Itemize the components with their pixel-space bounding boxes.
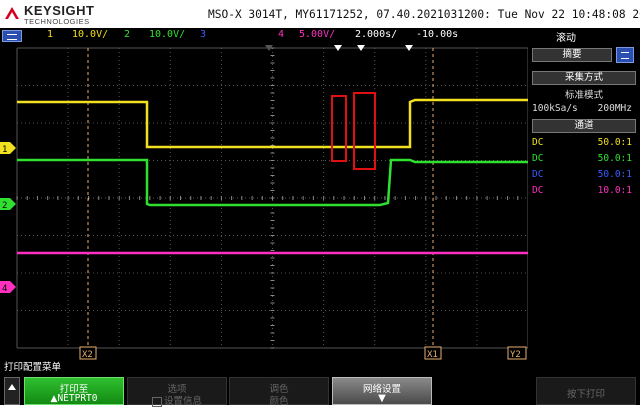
ch1-marker-label: 1 <box>2 145 7 155</box>
ch2-probe-ratio: 50.0:1 <box>597 153 632 164</box>
timebase-scale[interactable]: 2.000s/ <box>355 29 397 40</box>
menu-title: 打印配置菜单 <box>4 362 62 373</box>
options-softkey[interactable]: 选项 设置信息 <box>127 377 227 407</box>
cursor-x2-tag[interactable]: X2 <box>79 346 97 360</box>
channels-section-title: 通道 <box>532 119 636 133</box>
ch4-ground-marker[interactable]: 4 <box>0 281 16 294</box>
info-side-panel: 摘要 采集方式 标准模式 100kSa/s 200MHz 通道 DC 50.0:… <box>528 44 640 361</box>
main-menu-icon[interactable] <box>2 30 22 42</box>
softkey-row: 打印至 ▲NETPRT0 选项 设置信息 调色 颜色 网络设置 ▼ 按下打印 <box>0 375 640 407</box>
ch3-probe-row: DC 50.0:1 <box>532 169 636 183</box>
ch1-number[interactable]: 1 <box>47 29 53 40</box>
options-sub: 设置信息 <box>163 396 202 407</box>
acquire-mode-value: 标准模式 <box>564 90 603 101</box>
brand-name: KEYSIGHT <box>24 3 95 18</box>
waveform-svg[interactable]: 1 2 4 X2 X1 Y2 <box>0 44 528 361</box>
cursor-y2-tag[interactable]: Y2 <box>507 346 527 360</box>
print-to-value: NETPRT0 <box>57 393 98 404</box>
keysight-logo: KEYSIGHT TECHNOLOGIES <box>4 3 120 27</box>
summary-label: 摘要 <box>562 49 582 60</box>
ch3-probe-ratio: 50.0:1 <box>597 169 632 180</box>
instrument-header: KEYSIGHT TECHNOLOGIES MSO-X 3014T, MY611… <box>0 0 640 28</box>
brand-sub: TECHNOLOGIES <box>24 17 90 26</box>
cursor-x2-label: X2 <box>82 350 93 360</box>
ch1-probe-row: DC 50.0:1 <box>532 137 636 151</box>
ch2-probe-row: DC 50.0:1 <box>532 153 636 167</box>
keysight-wave-icon <box>5 7 19 19</box>
setup-info-checkbox[interactable] <box>151 396 162 407</box>
model-info-line: MSO-X 3014T, MY61171252, 07.40.202103120… <box>208 8 640 21</box>
cursor-x1-label: X1 <box>427 350 438 360</box>
softkey-menu-title-bar: 打印配置菜单 <box>0 361 640 375</box>
ch2-ground-marker[interactable]: 2 <box>0 198 16 211</box>
ch1-scale[interactable]: 10.0V/ <box>72 29 108 40</box>
print-to-softkey[interactable]: 打印至 ▲NETPRT0 <box>24 377 124 405</box>
print-to-value-row: ▲NETPRT0 <box>25 393 123 404</box>
ch4-probe-ratio: 10.0:1 <box>597 185 632 196</box>
summary-tab[interactable]: 摘要 <box>532 48 612 62</box>
cursor-x1-tag[interactable]: X1 <box>424 346 442 360</box>
ch4-coupling: DC <box>532 185 544 196</box>
acquire-rate-row: 100kSa/s 200MHz <box>532 103 636 117</box>
time-delay[interactable]: -10.00s <box>416 29 458 40</box>
ch1-coupling: DC <box>532 137 544 148</box>
up-arrow-icon <box>8 384 16 390</box>
press-to-print-label: 按下打印 <box>566 389 605 400</box>
ch3-coupling: DC <box>532 169 544 180</box>
press-to-print-softkey[interactable]: 按下打印 <box>536 377 636 405</box>
ch4-scale[interactable]: 5.00V/ <box>299 29 335 40</box>
waveform-display[interactable]: 1 2 4 X2 X1 Y2 <box>0 44 528 361</box>
ch1-probe-ratio: 50.0:1 <box>597 137 632 148</box>
back-up-button[interactable] <box>4 377 20 405</box>
ch1-ground-marker[interactable]: 1 <box>0 142 16 155</box>
annotation-box-1 <box>331 95 347 162</box>
ch4-marker-label: 4 <box>2 284 7 294</box>
enter-submenu-icon: ▼ <box>378 393 386 404</box>
ch4-probe-row: DC 10.0:1 <box>532 185 636 199</box>
network-setup-softkey[interactable]: 网络设置 ▼ <box>332 377 432 405</box>
palette-softkey[interactable]: 调色 颜色 <box>229 377 329 407</box>
sample-rate: 100kSa/s <box>532 103 578 114</box>
cursor-y2-label: Y2 <box>510 350 521 360</box>
panel-menu-icon[interactable] <box>616 47 634 63</box>
channel-status-bar: 1 10.0V/ 2 10.0V/ 3 4 5.00V/ 2.000s/ -10… <box>0 28 640 44</box>
annotation-box-2 <box>353 92 376 170</box>
ch2-coupling: DC <box>532 153 544 164</box>
ch2-marker-label: 2 <box>2 201 7 211</box>
acquire-section-title: 采集方式 <box>532 71 636 85</box>
bandwidth: 200MHz <box>597 103 632 114</box>
ch2-number[interactable]: 2 <box>124 29 130 40</box>
acquire-mode[interactable]: 滚动 <box>556 29 576 44</box>
ch4-number[interactable]: 4 <box>278 29 284 40</box>
graticule <box>16 47 528 349</box>
ch3-number[interactable]: 3 <box>200 29 206 40</box>
ch2-scale[interactable]: 10.0V/ <box>149 29 185 40</box>
